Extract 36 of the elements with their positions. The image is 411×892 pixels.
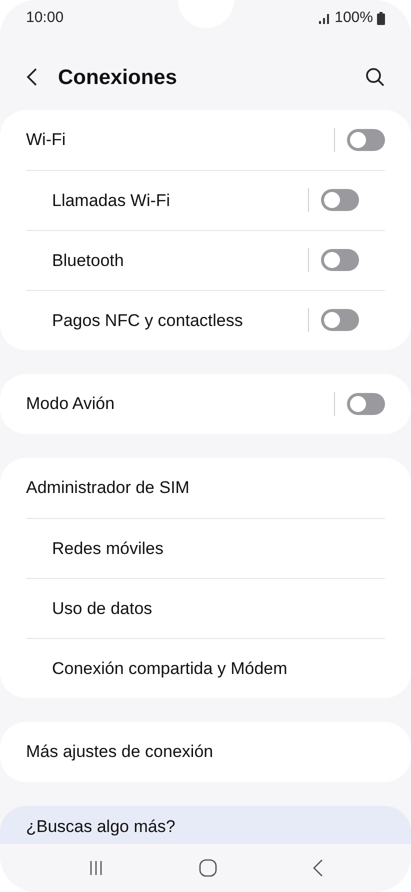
setting-label: Uso de datos	[52, 598, 152, 620]
setting-label: Más ajustes de conexión	[26, 741, 214, 764]
toggle-switch[interactable]	[321, 189, 359, 212]
setting-label: Llamadas Wi-Fi	[52, 190, 170, 212]
battery-icon	[377, 12, 385, 26]
setting-label: Bluetooth	[52, 250, 124, 272]
setting-label: Administrador de SIM	[26, 477, 190, 500]
signal-icon	[318, 14, 331, 24]
recent-apps-icon[interactable]	[88, 860, 104, 876]
back-icon[interactable]	[313, 858, 324, 877]
status-time: 10:00	[26, 8, 64, 28]
settings-row[interactable]: Uso de datos	[26, 578, 385, 638]
search-icon[interactable]	[365, 67, 385, 88]
settings-row[interactable]: Modo Avión	[0, 374, 411, 434]
settings-row[interactable]: Conexión compartida y Módem	[26, 638, 385, 698]
settings-row[interactable]: Redes móviles	[26, 518, 385, 578]
settings-row[interactable]: Más ajustes de conexión	[0, 722, 411, 782]
suggestion-title: ¿Buscas algo más?	[26, 816, 176, 838]
settings-row[interactable]: Wi-Fi	[0, 110, 411, 170]
battery-level: 100%	[334, 8, 373, 28]
settings-row[interactable]: Bluetooth	[26, 230, 385, 290]
page-title: Conexiones	[58, 64, 178, 91]
settings-row[interactable]: Llamadas Wi-Fi	[26, 170, 385, 230]
settings-row[interactable]: Administrador de SIM	[0, 458, 411, 518]
setting-label: Redes móviles	[52, 538, 164, 560]
setting-label: Conexión compartida y Módem	[52, 658, 288, 680]
toggle-switch[interactable]	[347, 392, 385, 415]
setting-label: Pagos NFC y contactless	[52, 310, 243, 332]
setting-label: Modo Avión	[26, 393, 115, 416]
toggle-switch[interactable]	[321, 249, 359, 272]
back-icon[interactable]	[26, 67, 38, 88]
toggle-switch[interactable]	[347, 128, 385, 151]
toggle-switch[interactable]	[321, 309, 359, 332]
home-icon[interactable]	[199, 858, 218, 877]
setting-label: Wi-Fi	[26, 129, 66, 152]
settings-row[interactable]: Pagos NFC y contactless	[26, 290, 385, 350]
